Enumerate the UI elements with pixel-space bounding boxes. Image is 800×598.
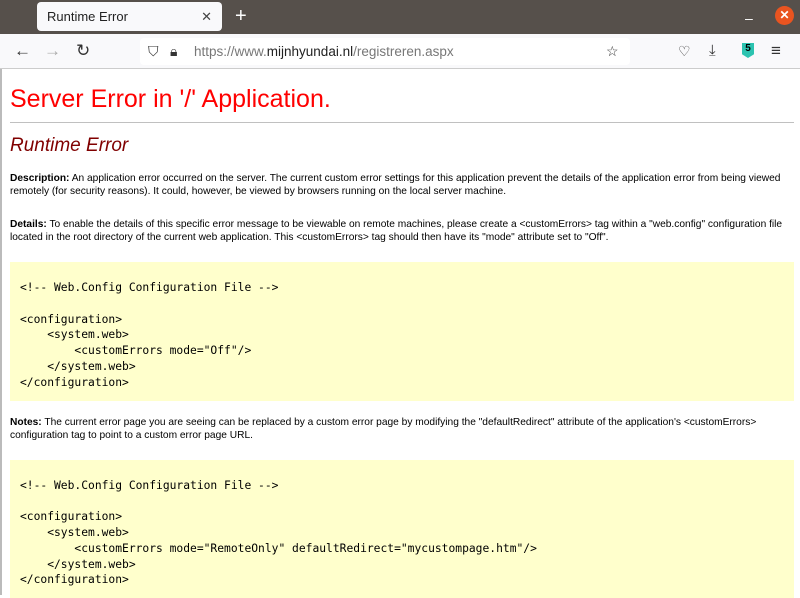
url-domain: mijnhyundai.nl: [266, 44, 354, 59]
page-title: Server Error in '/' Application.: [10, 85, 331, 113]
new-tab-button[interactable]: +: [235, 5, 247, 28]
notes-paragraph: Notes: The current error page you are se…: [10, 416, 796, 442]
extension-badge-icon[interactable]: 5: [742, 43, 754, 58]
url-prefix: https://www.: [194, 44, 267, 59]
close-window-button[interactable]: ✕: [775, 6, 794, 25]
notes-text: The current error page you are seeing ca…: [10, 416, 757, 441]
close-tab-icon[interactable]: ✕: [201, 9, 212, 25]
url-path: /registreren.aspx: [353, 44, 454, 59]
url-bar[interactable]: ⛉ 🔒︎ https://www. mijnhyundai.nl/registre…: [140, 38, 630, 65]
config-code-block-remoteonly: <!-- Web.Config Configuration File --> <…: [10, 459, 794, 598]
divider: [10, 122, 794, 123]
config-code-block-off: <!-- Web.Config Configuration File --> <…: [10, 262, 794, 401]
forward-icon[interactable]: →: [44, 42, 61, 60]
tab-bar: Runtime Error ✕ + – ✕: [0, 0, 800, 34]
lock-icon[interactable]: 🔒︎: [170, 43, 177, 60]
pocket-icon[interactable]: ♡: [678, 42, 691, 60]
page-content: Server Error in '/' Application. Runtime…: [0, 69, 800, 598]
tab-runtime-error[interactable]: Runtime Error ✕: [37, 2, 222, 31]
tab-title: Runtime Error: [47, 9, 128, 24]
back-icon[interactable]: ←: [14, 42, 31, 60]
shield-icon[interactable]: ⛉: [148, 43, 159, 60]
notes-label: Notes:: [10, 416, 42, 428]
details-text: To enable the details of this specific e…: [10, 219, 783, 243]
description-paragraph: Description: An application error occurr…: [10, 172, 796, 198]
download-icon[interactable]: ⤓: [709, 42, 716, 60]
menu-icon[interactable]: ≡: [771, 42, 781, 60]
bookmark-star-icon[interactable]: ☆: [606, 43, 619, 60]
error-subtitle: Runtime Error: [10, 135, 129, 156]
details-label: Details:: [10, 219, 47, 230]
reload-icon[interactable]: ↻: [76, 42, 90, 60]
nav-toolbar: ← → ↻ ⛉ 🔒︎ https://www. mijnhyundai.nl/re…: [0, 34, 800, 69]
description-label: Description:: [10, 173, 70, 184]
minimize-button[interactable]: –: [745, 10, 753, 26]
description-text: An application error occurred on the ser…: [10, 173, 781, 197]
details-paragraph: Details: To enable the details of this s…: [10, 218, 796, 244]
